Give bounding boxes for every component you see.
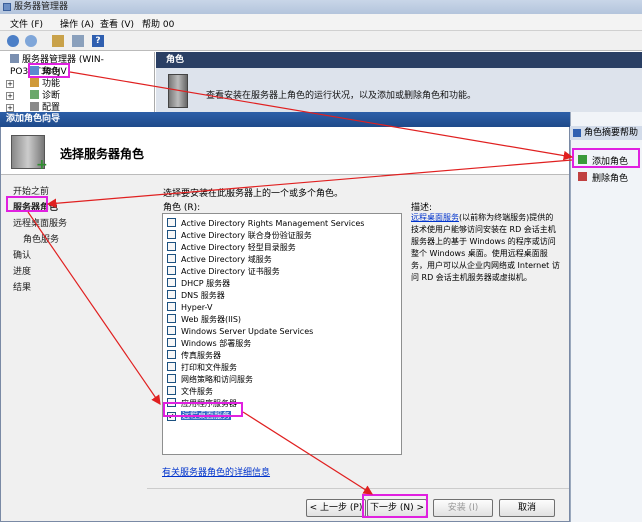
annotation-arrows bbox=[27, 71, 574, 495]
arrow-roles-to-add bbox=[69, 71, 574, 161]
arrow-add-to-server-roles bbox=[46, 159, 573, 209]
arrow-step-to-remote-desktop bbox=[27, 211, 161, 405]
arrow-remote-desktop-to-next bbox=[242, 411, 374, 495]
